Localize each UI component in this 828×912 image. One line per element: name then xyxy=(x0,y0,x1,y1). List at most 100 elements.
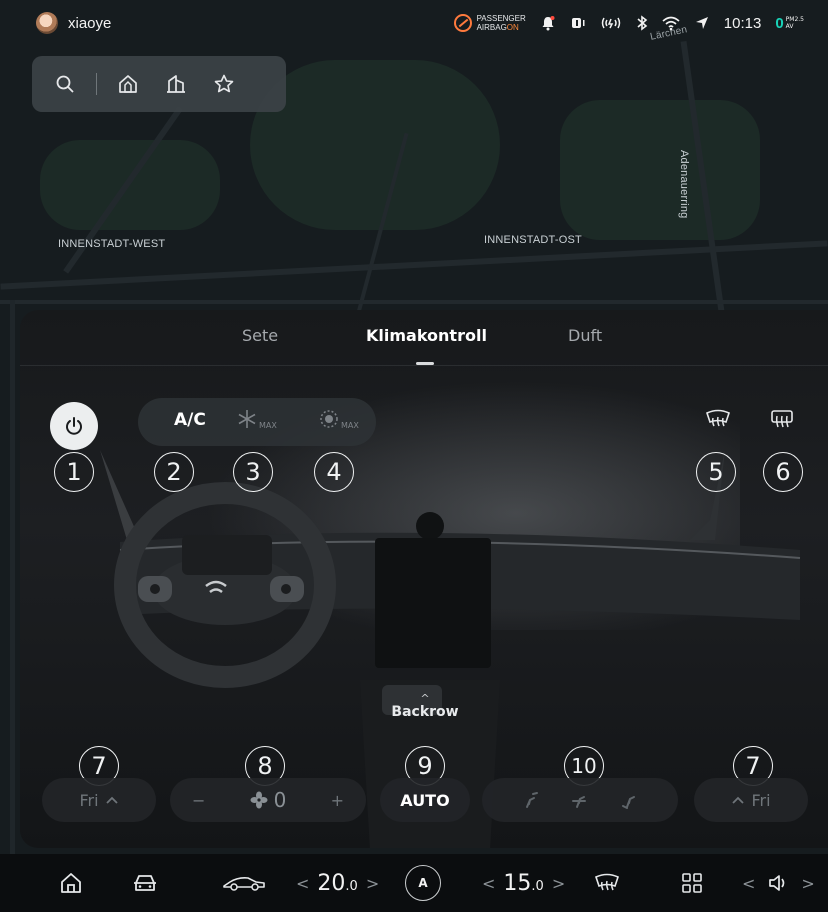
toolbar-divider xyxy=(96,73,97,95)
callout-marker-6: 6 xyxy=(763,452,803,492)
driver-temp-decimal: .0 xyxy=(345,878,358,894)
airbag-line1: PASSENGER xyxy=(476,14,526,23)
driver-temperature-control: < 20 .0 > xyxy=(296,868,379,898)
callout-marker-3: 3 xyxy=(233,452,273,492)
left-airflow-mode-label: Fri xyxy=(79,790,99,810)
right-airflow-mode-button[interactable]: Fri xyxy=(694,778,808,822)
max-cool-button[interactable]: MAX xyxy=(236,408,277,430)
ac-button[interactable]: A/C xyxy=(174,410,206,430)
front-defrost-icon xyxy=(706,409,730,427)
fan-speed-value: 0 xyxy=(273,788,287,812)
backrow-toggle[interactable]: ^ Backrow xyxy=(390,692,460,720)
rear-defrost-icon xyxy=(771,410,793,428)
chevron-up-icon xyxy=(732,796,745,804)
callout-marker-4: 4 xyxy=(314,452,354,492)
front-defrost-button[interactable] xyxy=(702,406,734,432)
climate-tabs: Sete Klimakontroll Duft xyxy=(20,310,828,366)
status-indicators: PASSENGER AIRBAGON 10:13 0 PM2.5 AV xyxy=(453,14,804,32)
chevron-up-icon xyxy=(105,796,118,804)
passenger-temp-display: 15 .0 xyxy=(503,871,543,896)
dock-car-button[interactable] xyxy=(130,868,160,898)
map-label: INNENSTADT-WEST xyxy=(58,238,166,250)
pm-sublabel: AV xyxy=(785,23,794,30)
username: xiaoye xyxy=(68,14,112,32)
auto-climate-label: A xyxy=(405,865,441,901)
bottom-dock: < 20 .0 > A < 15 .0 > < > xyxy=(0,854,828,912)
chevron-up-icon: ^ xyxy=(420,692,430,705)
avatar[interactable] xyxy=(36,12,58,34)
passenger-temp-value: 15 xyxy=(503,870,532,896)
map-park-area xyxy=(560,100,760,240)
ac-control-group: A/C MAX MAX xyxy=(138,398,376,446)
airbag-state: ON xyxy=(506,23,519,32)
navigation-arrow-icon xyxy=(694,15,710,31)
map-label: INNENSTADT-OST xyxy=(484,234,582,246)
max-heat-button[interactable]: MAX xyxy=(318,408,359,430)
tab-fragrance[interactable]: Duft xyxy=(568,326,602,345)
apps-grid-icon xyxy=(682,873,702,893)
map-road xyxy=(10,300,15,860)
passenger-temp-decrease[interactable]: < xyxy=(482,874,495,893)
passenger-temperature-control: < 15 .0 > xyxy=(482,868,565,898)
car-side-icon xyxy=(223,877,265,891)
passenger-temp-decimal: .0 xyxy=(531,878,544,894)
volume-decrease[interactable]: < xyxy=(742,874,755,893)
passenger-temp-increase[interactable]: > xyxy=(552,874,565,893)
dock-home-button[interactable] xyxy=(56,868,86,898)
right-airflow-mode-label: Fri xyxy=(751,790,771,810)
power-icon xyxy=(66,417,82,435)
auto-climate-button[interactable]: AUTO xyxy=(380,778,470,822)
bell-icon xyxy=(540,15,556,31)
clock: 10:13 xyxy=(723,14,762,32)
work-icon[interactable] xyxy=(165,73,187,95)
map-toolbar xyxy=(32,56,286,112)
max-cool-label: MAX xyxy=(259,420,277,430)
fan-speed-display: 0 xyxy=(250,788,287,812)
driver-temp-decrease[interactable]: < xyxy=(296,874,309,893)
front-defrost-icon xyxy=(595,873,619,891)
callout-marker-1: 1 xyxy=(54,452,94,492)
snowflake-icon xyxy=(238,410,256,428)
dock-apps-button[interactable] xyxy=(680,868,704,898)
airflow-face-icon[interactable] xyxy=(521,790,541,810)
volume-icon xyxy=(769,875,785,891)
airbag-off-icon xyxy=(453,14,472,32)
fan-speed-control: − 0 + xyxy=(170,778,366,822)
active-tab-indicator xyxy=(416,362,434,365)
climate-panel: Sete Klimakontroll Duft A/C MAX MAX 1 2 … xyxy=(20,310,828,848)
auto-label: AUTO xyxy=(400,790,450,810)
driver-temp-increase[interactable]: > xyxy=(366,874,379,893)
fan-decrease-button[interactable]: − xyxy=(192,791,205,810)
connectivity-icon xyxy=(600,15,622,31)
rear-defrost-button[interactable] xyxy=(766,406,798,432)
home-icon[interactable] xyxy=(117,73,139,95)
car-front-icon xyxy=(134,875,156,891)
map-park-area xyxy=(250,60,500,230)
callout-marker-5: 5 xyxy=(696,452,736,492)
left-airflow-mode-button[interactable]: Fri xyxy=(42,778,156,822)
airflow-feet-icon[interactable] xyxy=(619,790,639,810)
air-quality-indicator: 0 PM2.5 AV xyxy=(775,15,804,32)
airbag-status-text: PASSENGER AIRBAGON xyxy=(477,14,526,32)
volume-increase[interactable]: > xyxy=(801,874,814,893)
passenger-airbag-indicator: PASSENGER AIRBAGON xyxy=(453,14,526,32)
sun-icon xyxy=(320,410,338,428)
fan-increase-button[interactable]: + xyxy=(331,791,344,810)
dock-auto-climate-button[interactable]: A xyxy=(404,865,442,901)
max-heat-label: MAX xyxy=(341,420,359,430)
dock-defrost-button[interactable] xyxy=(592,868,622,898)
driver-temp-value: 20 xyxy=(317,870,346,896)
favorites-icon[interactable] xyxy=(213,73,235,95)
climate-power-button[interactable] xyxy=(50,402,98,450)
airbag-line2: AIRBAG xyxy=(476,23,507,32)
tab-seats[interactable]: Sete xyxy=(242,326,278,345)
tab-climate-control[interactable]: Klimakontroll xyxy=(366,326,487,345)
airflow-body-icon[interactable] xyxy=(570,790,590,810)
seatbelt-icon xyxy=(570,15,586,31)
dock-vehicle-button[interactable] xyxy=(220,868,268,898)
search-icon[interactable] xyxy=(54,73,76,95)
home-icon xyxy=(61,873,81,893)
callout-marker-2: 2 xyxy=(154,452,194,492)
user-profile[interactable]: xiaoye xyxy=(36,12,111,34)
wifi-icon xyxy=(662,15,680,31)
